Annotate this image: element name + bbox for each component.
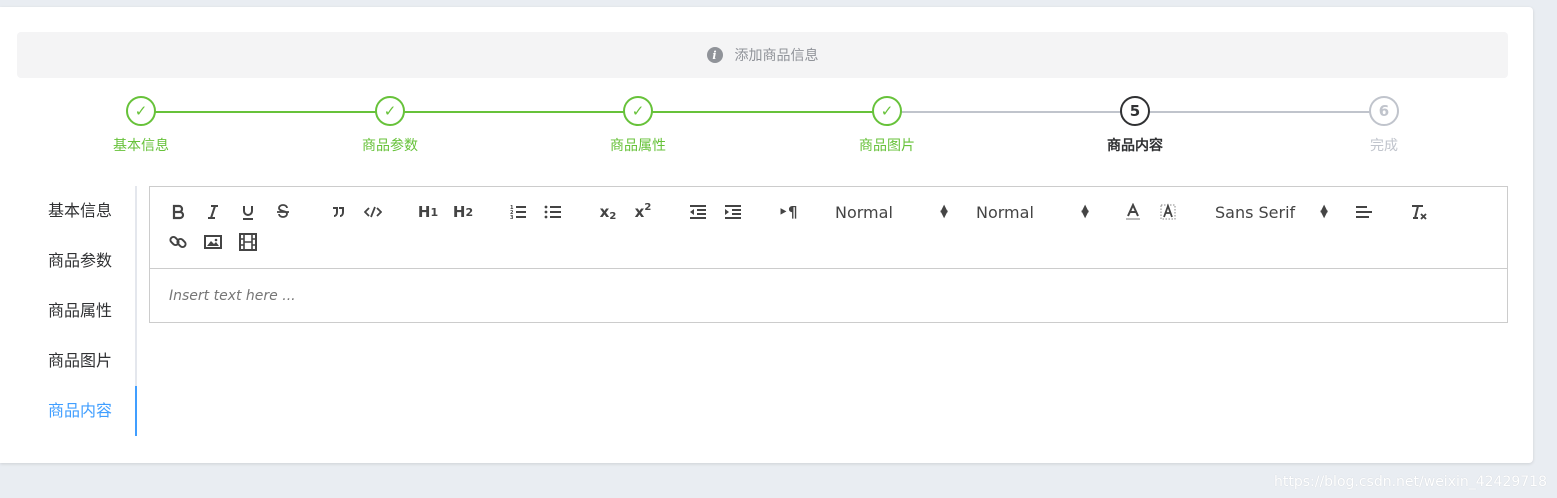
info-alert: i 添加商品信息 [17, 32, 1508, 78]
video-icon[interactable] [234, 230, 262, 254]
step-number: 6 [1369, 96, 1399, 126]
font-color-icon[interactable] [1119, 200, 1147, 224]
subscript-icon[interactable]: x2 [594, 200, 622, 224]
step-number: 5 [1120, 96, 1150, 126]
ordered-list-icon[interactable]: 123 [504, 200, 532, 224]
blockquote-icon[interactable] [324, 200, 352, 224]
step-label: 商品内容 [1107, 138, 1163, 154]
bold-icon[interactable] [164, 200, 192, 224]
select-arrows-icon: ▲ ▼ [1320, 203, 1328, 220]
italic-icon[interactable] [199, 200, 227, 224]
header-2-icon[interactable]: H2 [449, 200, 477, 224]
tab-images[interactable]: 商品图片 [17, 336, 135, 386]
size-select[interactable]: Normal ▲ ▼ [970, 203, 1095, 222]
vertical-tabs: 基本信息 商品参数 商品属性 商品图片 商品内容 [17, 186, 137, 436]
step-basic-info: ✓ 基本信息 [17, 96, 265, 155]
align-icon[interactable] [1350, 200, 1378, 224]
outdent-icon[interactable] [684, 200, 712, 224]
step-finish: 6 完成 [1260, 96, 1508, 155]
step-params: ✓ 商品参数 [266, 96, 514, 155]
content-card: i 添加商品信息 ✓ 基本信息 ✓ 商品参数 ✓ 商品属性 ✓ 商品图片 5 商… [0, 7, 1533, 463]
tab-basic-info[interactable]: 基本信息 [17, 186, 135, 236]
editor-toolbar: H1 H2 123 x2 x2 ‣¶ Normal ▲ ▼ Normal ▲ ▼… [150, 187, 1507, 269]
strike-icon[interactable] [269, 200, 297, 224]
font-select-value: Sans Serif [1215, 202, 1296, 222]
check-icon: ✓ [126, 96, 156, 126]
step-attributes: ✓ 商品属性 [514, 96, 762, 155]
steps: ✓ 基本信息 ✓ 商品参数 ✓ 商品属性 ✓ 商品图片 5 商品内容 6 完成 [17, 96, 1508, 166]
tab-content[interactable]: 商品内容 [17, 386, 135, 436]
check-icon: ✓ [623, 96, 653, 126]
background-color-icon[interactable] [1154, 200, 1182, 224]
step-images: ✓ 商品图片 [763, 96, 1011, 155]
underline-icon[interactable] [234, 200, 262, 224]
step-label: 基本信息 [113, 138, 169, 154]
rich-text-editor: H1 H2 123 x2 x2 ‣¶ Normal ▲ ▼ Normal ▲ ▼… [149, 186, 1508, 323]
info-icon: i [706, 47, 723, 63]
active-tab-indicator [135, 386, 137, 436]
step-label: 商品图片 [859, 138, 915, 154]
clear-format-icon[interactable] [1405, 200, 1433, 224]
superscript-icon[interactable]: x2 [629, 200, 657, 224]
alert-title: 添加商品信息 [734, 48, 819, 64]
size-select-value: Normal [976, 202, 1034, 222]
select-arrows-icon: ▲ ▼ [940, 203, 948, 220]
header-select[interactable]: Normal ▲ ▼ [829, 203, 954, 222]
check-icon: ✓ [872, 96, 902, 126]
editor-placeholder: Insert text here ... [169, 287, 296, 304]
svg-text:3: 3 [510, 215, 514, 220]
watermark: https://blog.csdn.net/weixin_42429718 [1273, 474, 1547, 490]
step-content: 5 商品内容 [1011, 96, 1259, 155]
header-select-value: Normal [835, 202, 893, 222]
indent-icon[interactable] [719, 200, 747, 224]
step-label: 商品参数 [362, 138, 418, 154]
tab-params[interactable]: 商品参数 [17, 236, 135, 286]
header-1-icon[interactable]: H1 [414, 200, 442, 224]
check-icon: ✓ [375, 96, 405, 126]
link-icon[interactable] [164, 230, 192, 254]
tab-attributes[interactable]: 商品属性 [17, 286, 135, 336]
editor-content[interactable]: Insert text here ... [150, 269, 1507, 322]
image-icon[interactable] [199, 230, 227, 254]
select-arrows-icon: ▲ ▼ [1081, 203, 1089, 220]
step-label: 商品属性 [610, 138, 666, 154]
font-select[interactable]: Sans Serif ▲ ▼ [1209, 203, 1334, 222]
bullet-list-icon[interactable] [539, 200, 567, 224]
step-label: 完成 [1370, 138, 1398, 154]
text-direction-icon[interactable]: ‣¶ [774, 200, 802, 224]
code-block-icon[interactable] [359, 200, 387, 224]
